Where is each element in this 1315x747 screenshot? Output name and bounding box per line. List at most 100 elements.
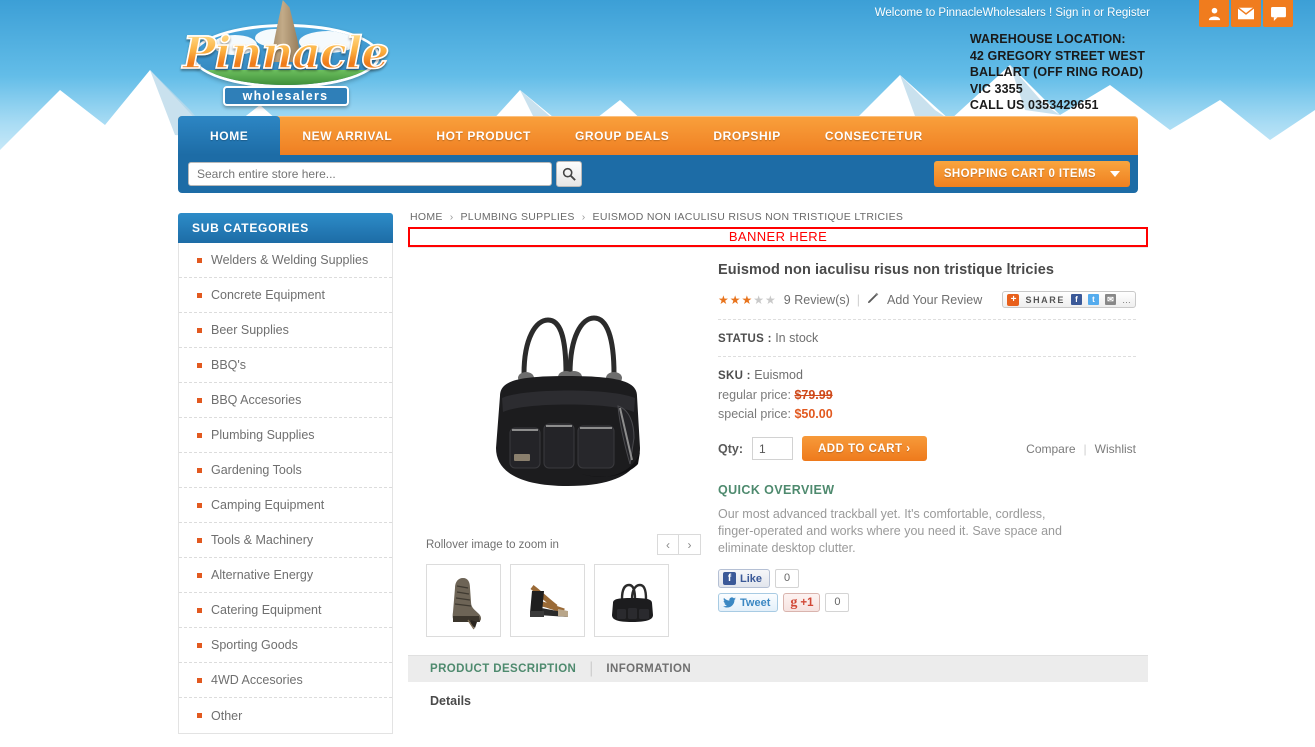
google-plus-count: 0	[825, 593, 850, 612]
sidebar-category-list: Welders & Welding Supplies Concrete Equi…	[178, 243, 393, 734]
sku-value: Euismod	[754, 368, 803, 382]
reviews-count[interactable]: 9 Review(s)	[784, 293, 850, 307]
nav-item-consectetur[interactable]: CONSECTETUR	[803, 116, 945, 155]
email-icon[interactable]: ✉	[1105, 294, 1116, 305]
nav-item-dropship[interactable]: DROPSHIP	[691, 116, 802, 155]
sidebar-item-label: BBQ's	[211, 358, 247, 372]
bullet-icon	[197, 292, 202, 298]
chat-icon[interactable]	[1263, 0, 1293, 27]
twitter-tweet-button[interactable]: Tweet	[718, 593, 779, 612]
compare-link[interactable]: Compare	[1026, 442, 1075, 456]
bullet-icon	[197, 537, 202, 543]
special-price-row: special price: $50.00	[718, 405, 1136, 424]
sidebar-item-plumbing[interactable]: Plumbing Supplies	[179, 418, 392, 453]
facebook-like-button[interactable]: f Like	[718, 569, 771, 588]
more-icon[interactable]: …	[1122, 295, 1131, 305]
bullet-icon	[197, 502, 202, 508]
facebook-icon[interactable]: f	[1071, 294, 1082, 305]
product-area: Rollover image to zoom in ‹ › Euismod no…	[408, 247, 1148, 637]
site-logo[interactable]: Pinnacle wholesalers	[178, 0, 393, 106]
header-icon-group	[1199, 0, 1293, 27]
sidebar-item-bbq-accesories[interactable]: BBQ Accesories	[179, 383, 392, 418]
breadcrumb-item-plumbing[interactable]: PLUMBING SUPPLIES	[461, 211, 575, 223]
buy-row: Qty: ADD TO CART › Compare | Wishlist	[718, 436, 1136, 461]
sidebar-item-4wd[interactable]: 4WD Accesories	[179, 663, 392, 698]
bullet-icon	[197, 677, 202, 683]
status-row: STATUS : In stock	[718, 319, 1136, 356]
sidebar-item-welders[interactable]: Welders & Welding Supplies	[179, 243, 392, 278]
tab-information[interactable]: INFORMATION	[606, 663, 691, 675]
twitter-gplus-row: Tweet g +1 0	[718, 593, 1136, 612]
thumbnail-boot[interactable]	[426, 564, 501, 637]
breadcrumb-item-home[interactable]: HOME	[410, 211, 443, 223]
warehouse-line-1: WAREHOUSE LOCATION:	[969, 32, 1126, 46]
nav-item-group-deals[interactable]: GROUP DEALS	[553, 116, 691, 155]
rollover-row: Rollover image to zoom in ‹ ›	[426, 534, 701, 555]
facebook-like-label: Like	[740, 572, 763, 585]
sidebar-item-other[interactable]: Other	[179, 698, 392, 733]
qty-label: Qty:	[718, 441, 743, 456]
cart-label: SHOPPING CART 0 ITEMS	[943, 168, 1096, 180]
sidebar-item-sporting-goods[interactable]: Sporting Goods	[179, 628, 392, 663]
product-media: Rollover image to zoom in ‹ ›	[408, 254, 718, 637]
status-label: STATUS :	[718, 333, 772, 345]
special-price-value: $50.00	[794, 407, 833, 421]
sidebar-title: SUB CATEGORIES	[178, 213, 393, 243]
sidebar-item-label: Gardening Tools	[211, 463, 302, 477]
nav-item-home[interactable]: HOME	[178, 116, 281, 155]
wishlist-link[interactable]: Wishlist	[1095, 442, 1136, 456]
sidebar-item-beer[interactable]: Beer Supplies	[179, 313, 392, 348]
sidebar-item-camping[interactable]: Camping Equipment	[179, 488, 392, 523]
sku-label: SKU :	[718, 370, 751, 382]
sidebar-item-bbqs[interactable]: BBQ's	[179, 348, 392, 383]
sidebar-item-label: BBQ Accesories	[211, 393, 302, 407]
tab-content-heading: Details	[430, 694, 471, 708]
thumbnail-sandal[interactable]	[510, 564, 585, 637]
warehouse-line-4: VIC 3355	[969, 81, 1023, 96]
sidebar-item-tools[interactable]: Tools & Machinery	[179, 523, 392, 558]
google-plus-button[interactable]: g +1	[783, 593, 821, 612]
twitter-icon	[723, 597, 736, 608]
bullet-icon	[197, 713, 202, 718]
bullet-icon	[197, 397, 202, 403]
product-info: Euismod non iaculisu risus non tristique…	[718, 254, 1148, 637]
next-image-button[interactable]: ›	[679, 534, 701, 555]
thumbnail-handbag[interactable]	[594, 564, 669, 637]
divider: |	[856, 292, 861, 307]
breadcrumb: HOME › PLUMBING SUPPLIES › EUISMOD NON I…	[408, 205, 1148, 227]
breadcrumb-separator: ›	[449, 211, 454, 223]
regular-price-row: regular price: $79.99	[718, 386, 1136, 405]
sidebar-item-alternative-energy[interactable]: Alternative Energy	[179, 558, 392, 593]
share-label: SHARE	[1025, 294, 1065, 305]
facebook-like-row: f Like 0	[718, 569, 1136, 588]
twitter-icon[interactable]: t	[1088, 294, 1099, 305]
regular-price-label: regular price:	[718, 388, 791, 402]
sidebar-item-label: Alternative Energy	[211, 568, 314, 582]
search-input[interactable]	[188, 162, 552, 186]
bullet-icon	[197, 467, 202, 473]
sidebar-item-label: Plumbing Supplies	[211, 428, 315, 442]
mail-icon[interactable]	[1231, 0, 1261, 27]
nav-item-new-arrival[interactable]: NEW ARRIVAL	[280, 116, 414, 155]
thumbnail-list	[426, 564, 718, 637]
prev-image-button[interactable]: ‹	[657, 534, 679, 555]
banner-placeholder: BANNER HERE	[408, 227, 1148, 247]
tab-product-description[interactable]: PRODUCT DESCRIPTION	[430, 663, 576, 675]
qty-input[interactable]	[752, 437, 793, 460]
sidebar-item-label: Welders & Welding Supplies	[211, 253, 369, 267]
user-icon[interactable]	[1199, 0, 1229, 27]
shopping-cart-button[interactable]: SHOPPING CART 0 ITEMS	[933, 161, 1130, 187]
warehouse-line-5: CALL US 0353429651	[969, 98, 1099, 112]
sidebar-item-catering[interactable]: Catering Equipment	[179, 593, 392, 628]
add-review-link[interactable]: Add Your Review	[887, 293, 982, 307]
chevron-down-icon	[1110, 171, 1120, 177]
share-widget[interactable]: + SHARE f t ✉ …	[1002, 291, 1136, 308]
welcome-message[interactable]: Welcome to PinnacleWholesalers ! Sign in…	[875, 7, 1150, 19]
main-product-image[interactable]	[426, 258, 708, 528]
sidebar-item-concrete[interactable]: Concrete Equipment	[179, 278, 392, 313]
sidebar-item-gardening[interactable]: Gardening Tools	[179, 453, 392, 488]
search-icon[interactable]	[556, 161, 582, 187]
nav-item-hot-product[interactable]: HOT PRODUCT	[414, 116, 553, 155]
add-to-cart-button[interactable]: ADD TO CART ›	[802, 436, 927, 461]
sidebar: SUB CATEGORIES Welders & Welding Supplie…	[178, 213, 393, 734]
